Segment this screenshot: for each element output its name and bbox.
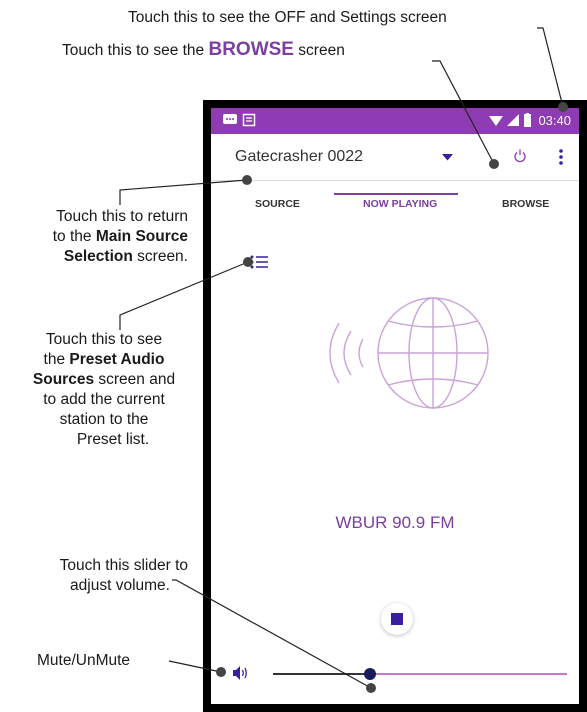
leader-preset — [119, 261, 249, 330]
leader-lines — [119, 27, 568, 693]
leader-slider — [172, 579, 372, 689]
leader-browse — [432, 60, 495, 165]
dot-slider — [366, 683, 376, 693]
leader-off-settings — [537, 27, 564, 108]
dot-preset — [243, 257, 253, 267]
leader-source — [119, 179, 248, 205]
dot-mute — [216, 667, 226, 677]
dot-browse — [489, 159, 499, 169]
leader-mute — [168, 660, 222, 673]
dot-off-settings — [558, 102, 568, 112]
dot-source — [242, 175, 252, 185]
